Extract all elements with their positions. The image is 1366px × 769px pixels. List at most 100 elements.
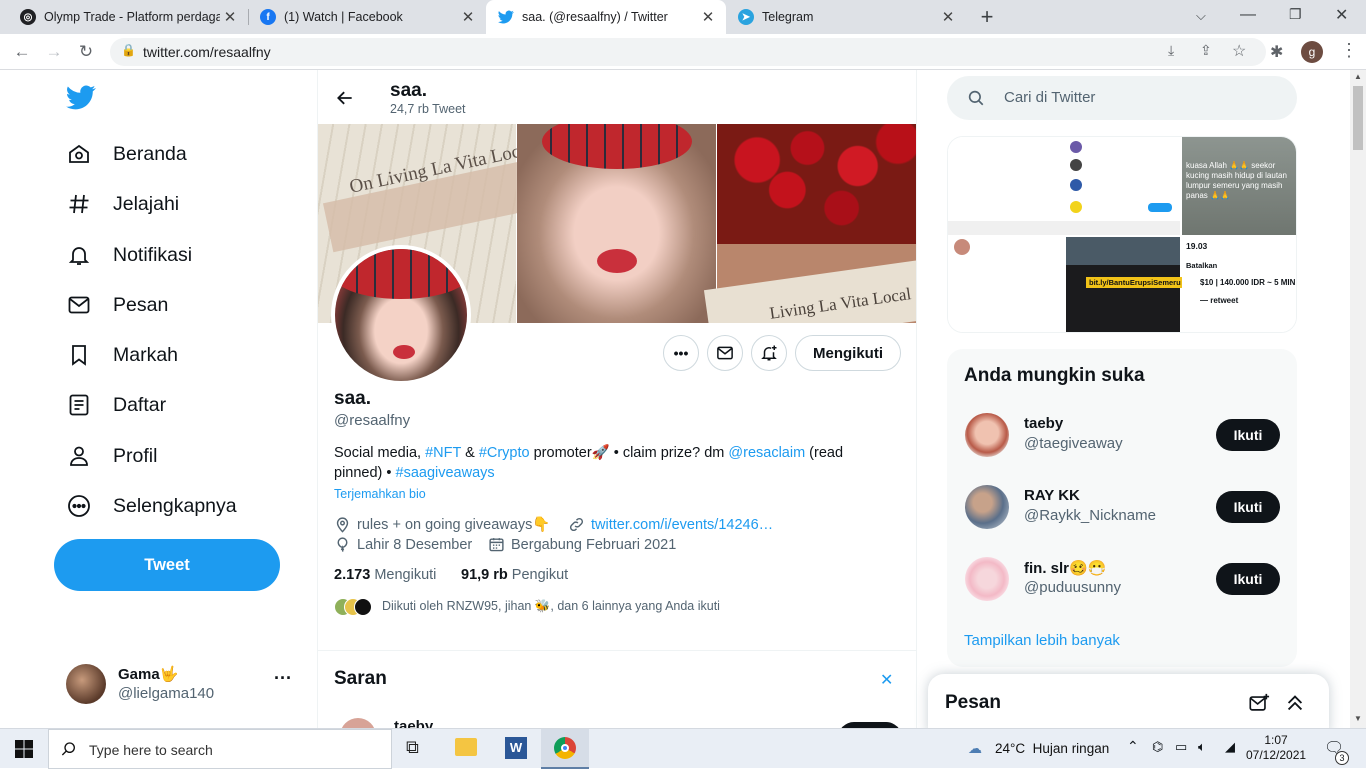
tab-telegram[interactable]: ➤ Telegram ✕ xyxy=(726,0,966,34)
twitter-logo-icon[interactable] xyxy=(66,85,96,116)
tab-close-icon[interactable]: ✕ xyxy=(220,8,240,26)
more-icon[interactable]: ··· xyxy=(274,668,292,689)
followed-by-text[interactable]: Diikuti oleh RNZW95, jihan 🐝, dan 6 lain… xyxy=(382,599,720,614)
network-icon[interactable]: ◢ xyxy=(1225,739,1235,755)
clock[interactable]: 1:07 07/12/2021 xyxy=(1246,733,1306,763)
mail-icon xyxy=(66,292,92,318)
tab-close-icon[interactable]: ✕ xyxy=(458,8,478,26)
mention-link[interactable]: @resaclaim xyxy=(728,445,805,461)
close-icon[interactable]: ✕ xyxy=(880,670,893,690)
suggestion-row[interactable]: RAY KK @Raykk_Nickname Ikuti xyxy=(947,471,1297,543)
account-switcher[interactable]: Gama🤟 @lielgama140 ··· xyxy=(54,660,304,712)
search-bar[interactable]: Cari di Twitter xyxy=(947,76,1297,120)
forward-icon[interactable]: → xyxy=(42,40,66,64)
scrollbar[interactable]: ▲ ▼ xyxy=(1350,70,1366,728)
back-arrow-icon[interactable] xyxy=(335,88,355,114)
scroll-down-icon[interactable]: ▼ xyxy=(1354,714,1362,723)
tab-close-icon[interactable]: ✕ xyxy=(698,8,718,26)
followers-stat[interactable]: 91,9 rb Pengikut xyxy=(461,567,568,583)
nav-item-beranda[interactable]: Beranda xyxy=(66,136,187,172)
install-icon[interactable]: ⤓ xyxy=(1168,42,1174,59)
calendar-icon xyxy=(489,538,504,552)
media-tile[interactable]: 19.03 Batalkan $10 | 140.000 IDR ~ 5 MIN… xyxy=(1182,237,1296,332)
url-text[interactable]: twitter.com/resaalfny xyxy=(143,44,271,60)
word-icon[interactable]: W xyxy=(505,737,527,759)
profile-bio: Social media, #NFT & #Crypto promoter🚀 •… xyxy=(334,445,844,481)
tab-search-icon[interactable]: ⌵ xyxy=(1196,8,1206,24)
new-tab-button[interactable]: + xyxy=(974,4,1000,30)
list-icon xyxy=(66,392,92,418)
nav-item-selengkapnya[interactable]: Selengkapnya xyxy=(66,488,237,524)
task-view-icon[interactable]: ⧉ xyxy=(406,737,419,758)
scroll-up-icon[interactable]: ▲ xyxy=(1354,72,1362,81)
volume-icon[interactable]: 🔈︎ xyxy=(1198,739,1206,755)
nav-item-profil[interactable]: Profil xyxy=(66,438,157,474)
messages-drawer[interactable]: Pesan xyxy=(928,674,1329,734)
hashtag-link[interactable]: #saagiveaways xyxy=(396,465,495,481)
hashtag-link[interactable]: #NFT xyxy=(425,445,461,461)
nav-item-notifikasi[interactable]: Notifikasi xyxy=(66,237,192,273)
nav-item-markah[interactable]: Markah xyxy=(66,337,178,373)
notify-button[interactable] xyxy=(751,335,787,371)
media-tile[interactable] xyxy=(948,137,1180,235)
tab-title: Telegram xyxy=(762,10,814,24)
facebook-icon: f xyxy=(260,9,276,25)
following-button[interactable]: Mengikuti xyxy=(795,335,901,371)
minimize-icon[interactable]: — xyxy=(1240,6,1256,24)
suggestion-row[interactable]: fin. slr🥴😷 @puduusunny Ikuti xyxy=(947,543,1297,615)
tab-facebook[interactable]: f (1) Watch | Facebook ✕ xyxy=(248,0,486,34)
media-grid: kuasa Allah 🙏🙏 seekor kucing masih hidup… xyxy=(947,136,1297,333)
tab-title: (1) Watch | Facebook xyxy=(284,10,403,24)
close-window-icon[interactable]: ✕ xyxy=(1335,5,1348,25)
media-tile[interactable] xyxy=(948,237,1064,332)
back-icon[interactable]: ← xyxy=(10,40,34,64)
follow-button[interactable]: Ikuti xyxy=(1216,419,1280,451)
tray-chevron-icon[interactable]: ⌃ xyxy=(1127,738,1139,755)
weather-text[interactable]: 24°C Hujan ringan xyxy=(995,741,1109,756)
profile-column: saa. 24,7 rb Tweet On Living La Vita Loc… xyxy=(317,70,917,728)
chevron-up-icon[interactable] xyxy=(1284,692,1306,714)
more-options-button[interactable]: ••• xyxy=(663,335,699,371)
tray-meet-icon[interactable]: ⌬ xyxy=(1152,739,1163,755)
reload-icon[interactable]: ↻ xyxy=(74,40,98,64)
clock-date: 07/12/2021 xyxy=(1246,748,1307,762)
media-tile[interactable]: kuasa Allah 🙏🙏 seekor kucing masih hidup… xyxy=(1182,137,1296,235)
profile-handle: @resaalfny xyxy=(334,412,411,429)
bell-plus-icon xyxy=(761,345,777,361)
hashtag-link[interactable]: #Crypto xyxy=(479,445,530,461)
windows-start-icon[interactable] xyxy=(15,740,33,758)
restore-icon[interactable]: ❐ xyxy=(1289,6,1302,23)
lock-icon: 🔒 xyxy=(121,43,136,57)
extensions-icon[interactable]: ✱ xyxy=(1270,42,1283,62)
taskbar-search-placeholder: Type here to search xyxy=(89,742,213,758)
bookmark-star-icon[interactable]: ☆ xyxy=(1232,41,1246,61)
omnibox[interactable]: 🔒 twitter.com/resaalfny ⤓ ⇪ ☆ xyxy=(110,38,1266,66)
share-icon[interactable]: ⇪ xyxy=(1200,42,1212,59)
tab-olymp-trade[interactable]: ◎ Olymp Trade - Platform perdagangan ✕ xyxy=(8,0,248,34)
taskbar-search[interactable]: Type here to search xyxy=(48,729,392,769)
following-stat[interactable]: 2.173 Mengikuti xyxy=(334,567,436,583)
follow-button[interactable]: Ikuti xyxy=(1216,491,1280,523)
profile-avatar[interactable]: g xyxy=(1301,41,1323,63)
show-more-link[interactable]: Tampilkan lebih banyak xyxy=(964,632,1120,649)
nav-item-daftar[interactable]: Daftar xyxy=(66,387,166,423)
menu-icon[interactable]: ⋮ xyxy=(1340,40,1358,61)
nav-item-jelajahi[interactable]: Jelajahi xyxy=(66,186,179,222)
search-placeholder: Cari di Twitter xyxy=(1004,89,1096,106)
message-button[interactable] xyxy=(707,335,743,371)
suggestion-row[interactable]: taeby @taegiveaway Ikuti xyxy=(947,399,1297,471)
translate-bio-link[interactable]: Terjemahkan bio xyxy=(334,487,426,501)
profile-location: rules + on going giveaways👇 xyxy=(334,516,550,533)
media-tile[interactable]: bit.ly/BantuErupsiSemeru xyxy=(1066,237,1184,332)
tweet-button[interactable]: Tweet xyxy=(54,539,280,591)
new-message-icon[interactable] xyxy=(1248,692,1270,714)
profile-avatar[interactable] xyxy=(331,245,471,385)
follow-button[interactable]: Ikuti xyxy=(1216,563,1280,595)
battery-icon[interactable]: ▭ xyxy=(1175,739,1187,755)
nav-item-pesan[interactable]: Pesan xyxy=(66,287,168,323)
file-explorer-icon[interactable] xyxy=(455,738,477,756)
chrome-taskbar-button[interactable] xyxy=(541,729,589,769)
profile-website[interactable]: twitter.com/i/events/14246… xyxy=(568,516,773,533)
tab-twitter[interactable]: saa. (@resaalfny) / Twitter ✕ xyxy=(486,0,726,34)
tab-close-icon[interactable]: ✕ xyxy=(938,8,958,26)
